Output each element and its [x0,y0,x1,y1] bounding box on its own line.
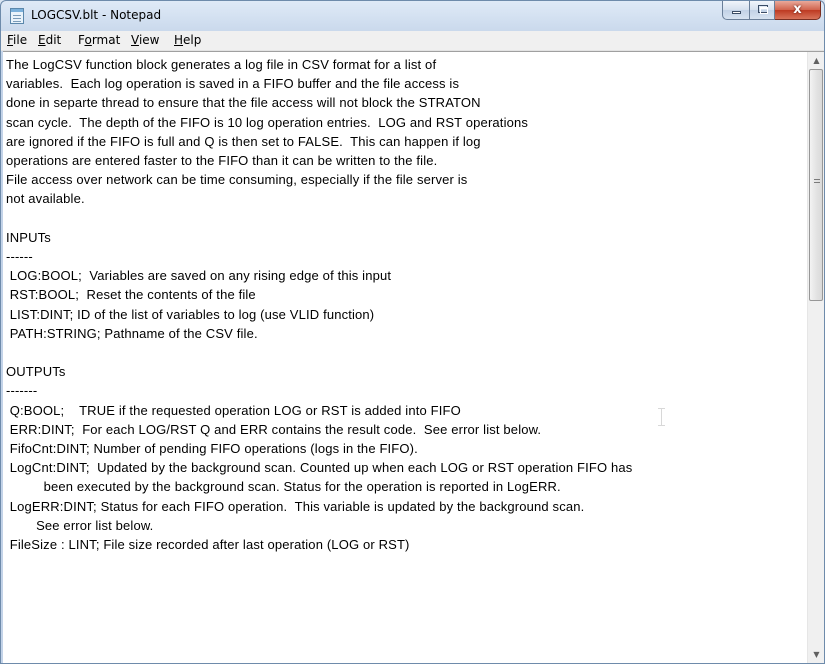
menu-label-part: rmat [91,33,121,47]
text-line: FifoCnt:DINT; Number of pending FIFO ope… [6,441,418,456]
text-line: variables. Each log operation is saved i… [6,76,460,92]
text-line: are ignored if the FIFO is full and Q is… [6,133,481,149]
text-line: scan cycle. The depth of the FIFO is 10 … [6,114,529,130]
menu-file[interactable]: File [7,33,27,47]
text-line: LOG:BOOL; Variables are saved on any ris… [6,268,392,284]
scroll-down-arrow-icon[interactable]: ▼ [808,646,824,663]
notepad-window: LOGCSV.blt - Notepad x File Edit Format Vie… [0,0,825,664]
menu-edit[interactable]: Edit [38,33,61,47]
text-line: ------ [6,249,33,264]
ibeam-cursor-icon [658,408,665,426]
menu-help[interactable]: Help [174,33,201,47]
document-text[interactable]: The LogCSV function block generates a lo… [3,52,807,663]
menu-accelerator-key: H [174,33,184,47]
text-line: OUTPUTs [6,364,66,380]
menu-accelerator-key: V [131,33,139,47]
text-line: LogCnt:DINT; Updated by the background s… [6,460,633,476]
close-button[interactable]: x [775,1,821,20]
close-icon: x [793,2,802,17]
text-line: File access over network can be time con… [6,172,468,188]
menu-view[interactable]: View [131,33,159,47]
title-bar[interactable]: LOGCSV.blt - Notepad x [1,1,824,31]
notepad-icon[interactable] [10,8,24,24]
text-line: LogERR:DINT; Status for each FIFO operat… [6,498,585,514]
text-line: INPUTs [6,229,51,245]
text-line: done in separte thread to ensure that th… [6,95,481,111]
maximize-icon [758,5,768,14]
minimize-button[interactable] [722,1,749,20]
text-line: operations are entered faster to the FIF… [6,153,438,168]
menu-bar: File Edit Format View Help [1,31,824,51]
text-line: LIST:DINT; ID of the list of variables t… [6,306,375,322]
grip-icon [814,179,820,186]
menu-label-part: ile [13,33,28,47]
caption-buttons: x [722,1,821,21]
window-title: LOGCSV.blt - Notepad [31,8,162,22]
text-line: not available. [6,191,85,207]
text-line: FileSize : LINT; File size recorded afte… [6,537,410,552]
text-editor[interactable]: The LogCSV function block generates a lo… [3,51,824,663]
text-line: Q:BOOL; TRUE if the requested operation … [6,402,461,418]
text-line: See error list below. [6,517,154,533]
menu-accelerator-key: o [84,33,92,47]
text-line: been executed by the background scan. St… [6,479,561,495]
scroll-up-arrow-icon[interactable]: ▲ [808,52,824,69]
text-line: PATH:STRING; Pathname of the CSV file. [6,325,258,341]
vertical-scrollbar[interactable]: ▲ ▼ [807,52,824,663]
scrollbar-thumb[interactable] [809,69,823,301]
menu-label-part: iew [138,33,160,47]
maximize-button[interactable] [749,1,775,20]
text-line: ------- [6,383,38,399]
menu-label-part: elp [183,33,202,47]
text-line: RST:BOOL; Reset the contents of the file [6,287,256,303]
menu-accelerator-key: E [38,33,46,47]
menu-format[interactable]: Format [78,33,120,47]
minimize-icon [732,11,741,14]
menu-label-part: dit [45,33,62,47]
text-line: The LogCSV function block generates a lo… [6,57,437,72]
text-line: ERR:DINT; For each LOG/RST Q and ERR con… [6,421,542,437]
